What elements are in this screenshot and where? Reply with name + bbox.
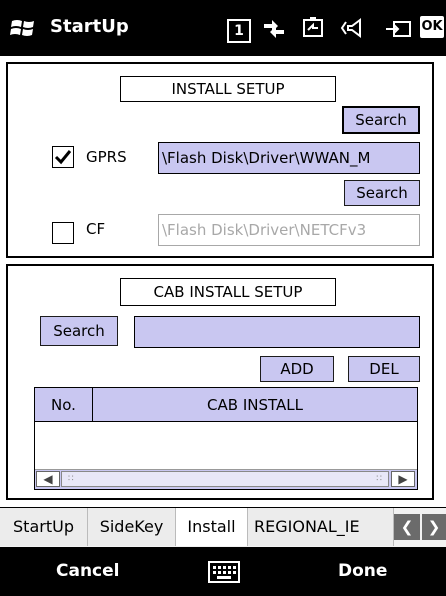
connectivity-icon [264,20,284,38]
cab-path-field[interactable] [134,316,420,348]
volume-icon [340,18,361,38]
keyboard-icon[interactable] [208,561,240,583]
grip-right-icon: ∷ [376,474,382,484]
cf-path-field[interactable]: \Flash Disk\Driver\NETCFv3 [158,214,420,246]
tab-startup[interactable]: StartUp [0,508,88,546]
cab-search-button[interactable]: Search [40,316,118,346]
windows-logo-icon[interactable] [10,16,36,40]
tab-regional[interactable]: REGIONAL_IE [248,508,394,546]
column-header-cab-install[interactable]: CAB INSTALL [93,388,417,422]
install-setup-panel: INSTALL SETUP Search GPRS \Flash Disk\Dr… [6,62,434,258]
checkmark-icon [54,150,72,165]
battery-icon [303,17,323,37]
gprs-label: GPRS [86,148,127,166]
app-title: StartUp [50,16,129,37]
tab-scroll-right-icon[interactable]: ❯ [422,514,446,540]
tab-scroll-left-icon[interactable]: ❮ [394,514,420,540]
cab-install-setup-title: CAB INSTALL SETUP [120,278,336,306]
tab-strip: StartUp SideKey Install REGIONAL_IE ❮ ❯ [0,507,446,548]
done-softkey[interactable]: Done [338,561,387,581]
cf-checkbox[interactable] [52,222,74,244]
cab-list[interactable]: No. CAB INSTALL ◀ ∷ ∷ ▶ [34,387,418,490]
horizontal-scrollbar[interactable]: ◀ ∷ ∷ ▶ [35,469,417,489]
scroll-left-icon[interactable]: ◀ [36,471,60,487]
sync-icon [386,21,411,37]
install-setup-title: INSTALL SETUP [120,76,336,102]
gprs-checkbox[interactable] [52,146,74,168]
sim-1-icon: 1 [226,14,252,43]
column-header-no[interactable]: No. [35,388,93,422]
scroll-thumb[interactable]: ∷ ∷ [61,471,389,487]
ok-button[interactable]: OK [420,16,444,38]
tab-sidekey[interactable]: SideKey [88,508,176,546]
scroll-right-icon[interactable]: ▶ [391,471,415,487]
cf-search-button[interactable]: Search [344,180,420,206]
cancel-softkey[interactable]: Cancel [56,561,119,581]
title-bar: StartUp 1 OK [0,0,446,56]
del-button[interactable]: DEL [348,356,420,382]
tab-install[interactable]: Install [176,508,248,546]
grip-left-icon: ∷ [68,474,74,484]
soft-key-bar: Cancel Done [0,547,446,596]
gprs-path-field[interactable]: \Flash Disk\Driver\WWAN_M [158,142,420,174]
gprs-search-button[interactable]: Search [342,106,420,134]
cf-label: CF [86,220,106,238]
add-button[interactable]: ADD [260,356,334,382]
